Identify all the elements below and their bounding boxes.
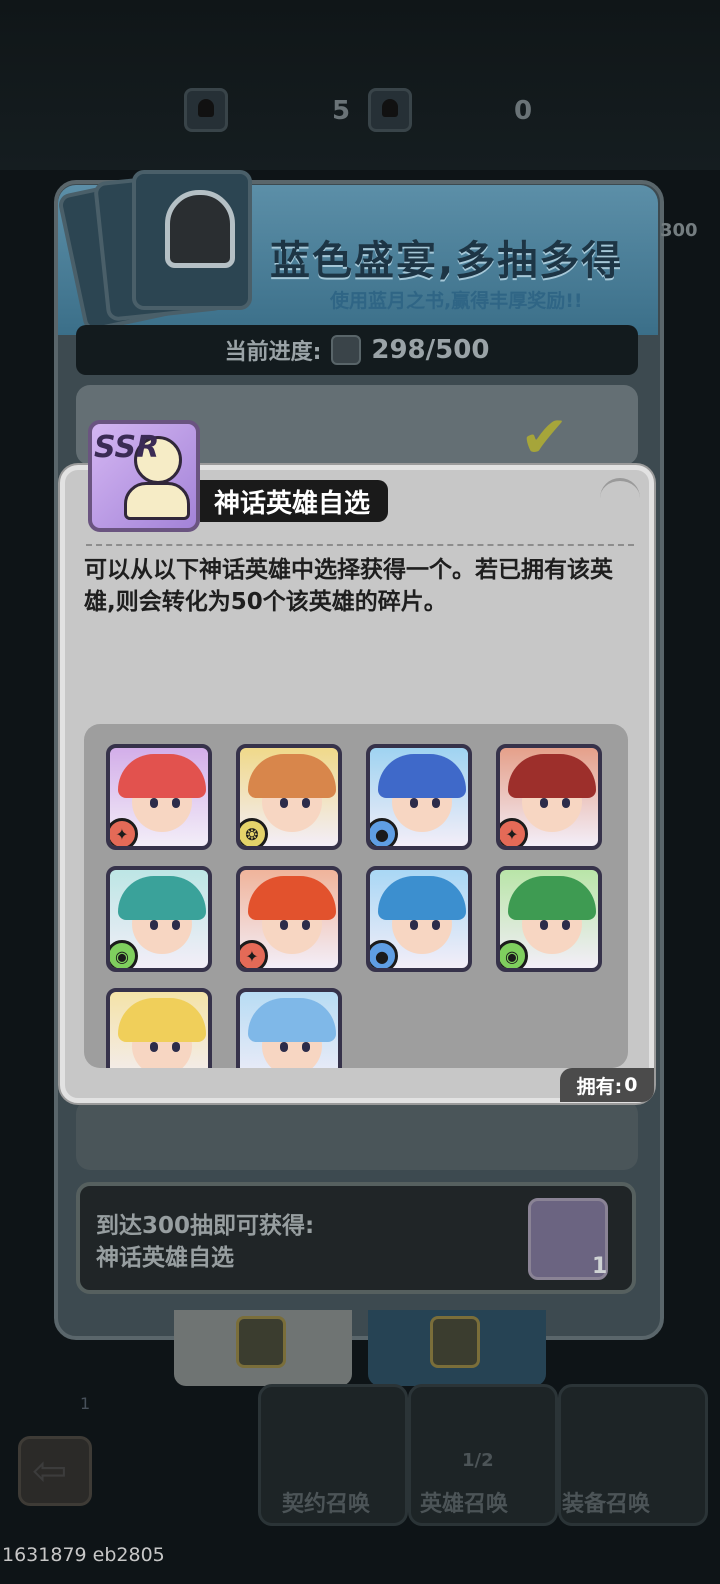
divider [86,544,634,546]
progress-bar: 当前进度: 298/500 [76,325,638,375]
hero-summon-count: 1/2 [462,1450,494,1471]
hero-hair [118,998,206,1042]
progress-label: 当前进度: [224,340,322,365]
gold-book-count: 0 [514,96,533,126]
grey-book-tab-icon [236,1316,286,1368]
hero-summon-label: 英雄召唤 [420,1492,509,1517]
contract-summon-label: 契约召唤 [282,1492,371,1517]
hero-card-hero-water-blue-swordsman[interactable]: ● [366,866,472,972]
hero-hair [248,998,336,1042]
water-element-icon: ● [370,940,398,968]
hero-hair [378,876,466,920]
ssr-figure-body [124,482,190,520]
milestone-text: 到达300抽即可获得: 神话英雄自选 [96,1210,314,1274]
hero-card-hero-fire-dragon-mask[interactable]: ✦ [236,866,342,972]
hero-card-hero-blue-elf[interactable] [236,988,342,1068]
owned-badge: 拥有: 0 [560,1068,654,1102]
ssr-badge: SSR [94,430,160,465]
grey-book-icon [184,88,228,132]
owned-value: 0 [624,1074,638,1096]
back-arrow-icon: ⇦ [32,1446,68,1495]
hero-hair [118,754,206,798]
fire-element-icon: ✦ [240,940,268,968]
milestone-reward-count: 1 [592,1254,608,1279]
hero-card-hero-water-blue-hair[interactable]: ● [366,744,472,850]
grey-book-count: 5 [332,96,351,126]
popup-title: 神话英雄自选 [214,488,371,519]
popup-title-plate: 神话英雄自选 [200,480,389,522]
equip-summon-label: 装备召唤 [562,1492,651,1517]
milestone-line2: 神话英雄自选 [96,1245,234,1271]
wind-element-icon: ◉ [110,940,138,968]
hero-hair [118,876,206,920]
light-element-icon: ❂ [240,818,268,846]
reward-row [76,1100,638,1170]
gold-book-icon [368,88,412,132]
gold-book-tab-icon [430,1316,480,1368]
background-header [0,0,720,170]
hero-hair [248,754,336,798]
hero-hair [508,754,596,798]
footer-id: 1631879 eb2805 [2,1544,165,1566]
hero-card-hero-blonde[interactable] [106,988,212,1068]
event-title: 蓝色盛宴,多抽多得 [270,238,624,284]
milestone-line1: 到达300抽即可获得: [96,1213,315,1239]
hero-grid: ✦ ❂ ● ✦ ◉ ✦ ● ◉ [84,724,628,1068]
hero-card-hero-wind-teal-elf[interactable]: ◉ [106,866,212,972]
hero-card-hero-light-tiger[interactable]: ❂ [236,744,342,850]
side-count: 1 [80,1394,91,1413]
hero-card-hero-fire-red-hair[interactable]: ✦ [106,744,212,850]
hero-card-hero-wind-green-mage[interactable]: ◉ [496,866,602,972]
hero-hair [378,754,466,798]
hero-hair [248,876,336,920]
progress-value: 298/500 [371,335,490,365]
side-currency-value: 300 [660,220,698,241]
check-icon: ✔ [520,403,569,471]
hero-hair [508,876,596,920]
popup-description: 可以从以下神话英雄中选择获得一个。若已拥有该英雄,则会转化为50个该英雄的碎片。 [84,557,613,615]
owned-label: 拥有: [576,1075,623,1098]
fire-element-icon: ✦ [500,818,528,846]
event-subtitle: 使用蓝月之书,赢得丰厚奖励!! [330,290,583,312]
helmet-icon [165,190,235,268]
book-stack-icon [56,170,260,333]
hero-card-hero-fire-warrior[interactable]: ✦ [496,744,602,850]
book-icon [331,335,362,365]
fire-element-icon: ✦ [110,818,138,846]
wind-element-icon: ◉ [500,940,528,968]
water-element-icon: ● [370,818,398,846]
